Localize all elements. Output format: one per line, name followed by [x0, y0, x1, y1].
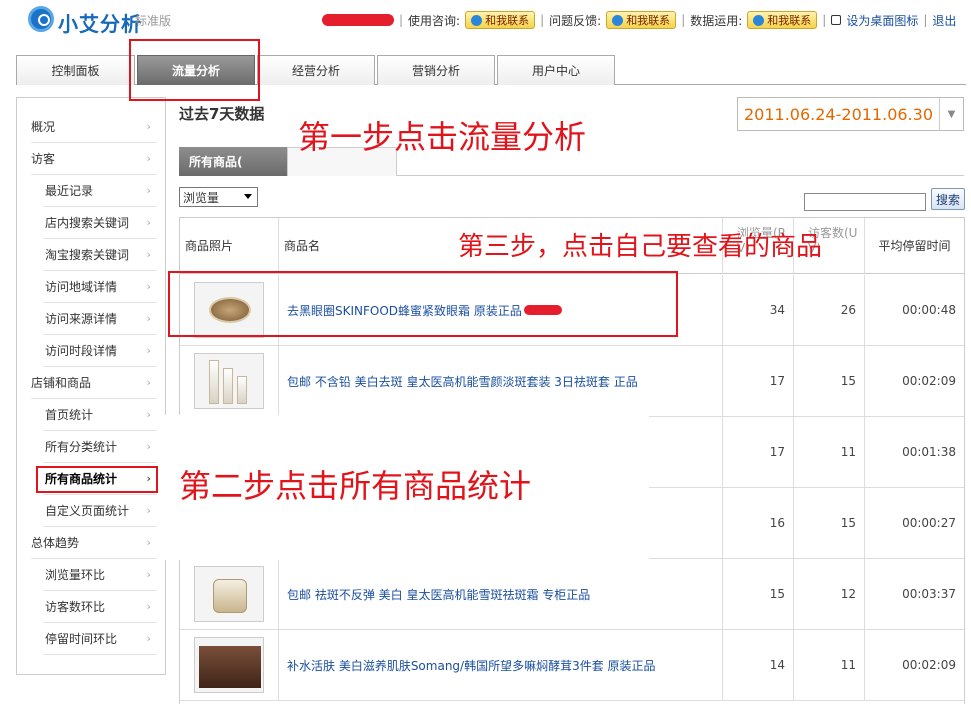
qq-icon [753, 14, 765, 26]
product-thumbnail[interactable] [194, 637, 264, 693]
sidebar-item-stay-time-mom[interactable]: 停留时间环比 › [43, 623, 157, 655]
search-button[interactable]: 搜索 [931, 188, 965, 210]
table-row[interactable]: 包邮 祛斑不反弹 美白 皇太医高机能雪斑祛斑霜 专柜正品 15 12 00:03… [180, 559, 964, 630]
sidebar-item-region-details[interactable]: 访问地域详情 › [43, 271, 157, 303]
table-row[interactable]: 包邮 不含铅 美白去斑 皇太医高机能雪颜淡斑套装 3日祛斑套 正品 17 15 … [180, 346, 964, 417]
chevron-right-icon: › [146, 344, 151, 357]
chevron-right-icon: › [146, 376, 151, 389]
uv-value: 15 [794, 488, 865, 558]
product-thumbnail[interactable] [194, 353, 264, 409]
chevron-right-icon: › [146, 632, 151, 645]
chevron-right-icon: › [146, 408, 151, 421]
stay-value: 00:00:27 [902, 516, 956, 530]
uv-value: 11 [794, 417, 865, 487]
logo-text: 小艾分析 [58, 12, 142, 36]
highlight-box-product-row [168, 271, 678, 337]
qq-icon [471, 14, 483, 26]
edition-label: 标准版 [135, 14, 172, 28]
data-label: 数据运用: [690, 13, 743, 28]
sidebar-item-store-search-keywords[interactable]: 店内搜索关键词 › [43, 207, 157, 239]
sidebar-item-homepage-stats[interactable]: 首页统计 › [43, 399, 157, 431]
stay-value: 00:00:48 [902, 303, 956, 317]
sidebar-item-store-and-products[interactable]: 店铺和商品 › [31, 367, 157, 399]
sidebar-item-pv-mom[interactable]: 浏览量环比 › [43, 559, 157, 591]
page-title: 过去7天数据 [179, 105, 265, 123]
pv-value: 15 [723, 559, 794, 629]
sidebar-item-recent-records[interactable]: 最近记录 › [43, 175, 157, 207]
feedback-contact-button[interactable]: 和我联系 [606, 11, 677, 29]
metric-select[interactable]: 浏览量 [179, 187, 258, 207]
uv-value: 26 [794, 275, 865, 345]
highlight-box-all-products [36, 466, 158, 493]
date-range-value: 2011.06.24-2011.06.30 [744, 104, 933, 124]
chevron-right-icon: › [146, 504, 151, 517]
annotation-step2: 第二步点击所有商品统计 [179, 467, 532, 505]
chevron-right-icon: › [146, 120, 151, 133]
sidebar-item-overall-trend[interactable]: 总体趋势 › [31, 527, 157, 559]
qq-icon [612, 14, 624, 26]
logout-link[interactable]: 退出 [932, 12, 956, 29]
highlight-box-traffic-tab [129, 39, 260, 101]
consult-label: 使用咨询: [408, 13, 461, 28]
chevron-right-icon: › [146, 280, 151, 293]
chevron-down-icon: ▼ [939, 98, 963, 130]
tab-user-center[interactable]: 用户中心 [497, 55, 615, 85]
product-name-link[interactable]: 补水活肤 美白滋养肌肤Somang/韩国所望多嘛焖酵茸3件套 原装正品 [287, 657, 656, 674]
annotation-step1: 第一步点击流量分析 [298, 118, 587, 156]
sidebar-item-all-category-stats[interactable]: 所有分类统计 › [43, 431, 157, 463]
sidebar-item-overview[interactable]: 概况 › [31, 111, 157, 143]
uv-value: 11 [794, 630, 865, 700]
stay-value: 00:02:09 [902, 658, 956, 672]
data-contact-button[interactable]: 和我联系 [747, 11, 818, 29]
product-thumbnail[interactable] [194, 566, 264, 622]
annotation-step3: 第三步，点击自己要查看的商品 [458, 232, 823, 262]
desktop-icon [831, 15, 842, 25]
column-header-image: 商品照片 [180, 218, 279, 274]
tab-business-analysis[interactable]: 经营分析 [257, 55, 375, 85]
consult-contact-button[interactable]: 和我联系 [465, 11, 536, 29]
product-name-link[interactable]: 包邮 祛斑不反弹 美白 皇太医高机能雪斑祛斑霜 专柜正品 [287, 586, 590, 603]
chevron-right-icon: › [146, 152, 151, 165]
chevron-right-icon: › [146, 248, 151, 261]
column-header-stay: 平均停留时间 [865, 218, 964, 274]
chevron-right-icon: › [146, 536, 151, 549]
sidebar-item-source-details[interactable]: 访问来源详情 › [43, 303, 157, 335]
feedback-label: 问题反馈: [549, 13, 602, 28]
sidebar-item-uv-mom[interactable]: 访客数环比 › [43, 591, 157, 623]
chevron-right-icon: › [146, 600, 151, 613]
pv-value: 14 [723, 630, 794, 700]
sidebar-item-visitors[interactable]: 访客 › [31, 143, 157, 175]
chevron-right-icon: › [146, 216, 151, 229]
pv-value: 17 [723, 346, 794, 416]
stay-value: 00:03:37 [902, 587, 956, 601]
top-bar: | 使用咨询: 和我联系 | 问题反馈: 和我联系 | 数据运用: 和我联系 |… [322, 10, 956, 30]
redacted-username [322, 14, 394, 26]
tab-dashboard[interactable]: 控制面板 [16, 55, 135, 85]
search-input[interactable] [804, 193, 926, 211]
set-desktop-icon-link[interactable]: 设为桌面图标 [846, 12, 918, 29]
app-window: 小艾分析 标准版 | 使用咨询: 和我联系 | 问题反馈: 和我联系 | 数据运… [0, 0, 971, 704]
chevron-right-icon: › [146, 184, 151, 197]
sidebar: 概况 › 访客 › 最近记录 › 店内搜索关键词 › 淘宝搜索关键词 › 访问地域详情 › … [16, 97, 166, 675]
chevron-right-icon: › [146, 312, 151, 325]
uv-value: 12 [794, 559, 865, 629]
dropdown-arrow-icon [244, 194, 252, 199]
pv-value: 17 [723, 417, 794, 487]
chevron-right-icon: › [146, 440, 151, 453]
subtab-all-products[interactable]: 所有商品( [179, 147, 287, 176]
chevron-right-icon: › [146, 568, 151, 581]
uv-value: 15 [794, 346, 865, 416]
tab-marketing-analysis[interactable]: 营销分析 [377, 55, 495, 85]
date-range-picker[interactable]: 2011.06.24-2011.06.30 ▼ [737, 97, 964, 131]
pv-value: 16 [723, 488, 794, 558]
table-row[interactable]: 补水活肤 美白滋养肌肤Somang/韩国所望多嘛焖酵茸3件套 原装正品 14 1… [180, 630, 964, 701]
sidebar-item-time-details[interactable]: 访问时段详情 › [43, 335, 157, 367]
stay-value: 00:02:09 [902, 374, 956, 388]
stay-value: 00:01:38 [902, 445, 956, 459]
sidebar-item-custom-page-stats[interactable]: 自定义页面统计 › [43, 495, 157, 527]
product-name-link[interactable]: 包邮 不含铅 美白去斑 皇太医高机能雪颜淡斑套装 3日祛斑套 正品 [287, 373, 638, 390]
sidebar-item-taobao-search-keywords[interactable]: 淘宝搜索关键词 › [43, 239, 157, 271]
pv-value: 34 [723, 275, 794, 345]
logo-icon [28, 6, 54, 32]
